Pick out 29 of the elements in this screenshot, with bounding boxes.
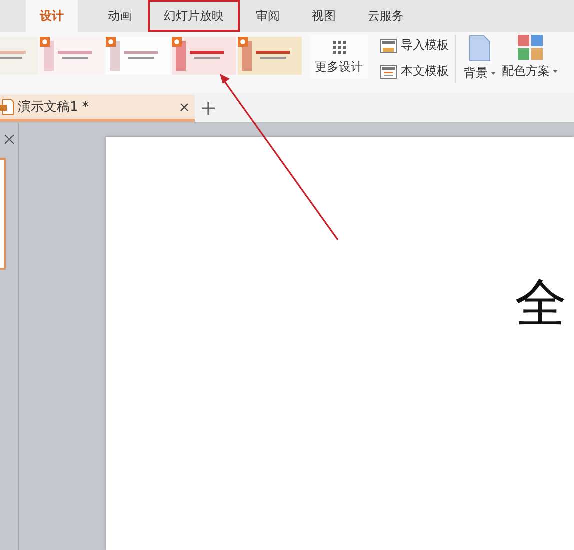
- template-thumbnail[interactable]: [106, 37, 170, 75]
- ribbon-tab[interactable]: 设计: [26, 0, 78, 32]
- plus-icon[interactable]: [202, 102, 215, 115]
- caret-icon: [491, 72, 496, 75]
- document-tab[interactable]: 演示文稿1 *: [0, 95, 195, 122]
- ribbon-tab[interactable]: 云服务: [352, 0, 420, 32]
- slide-text: 全: [515, 273, 567, 336]
- background-button[interactable]: 背景: [462, 35, 498, 82]
- template-icon: [380, 38, 397, 52]
- color-grid-icon: [518, 35, 542, 60]
- body-template-button[interactable]: 本文模板: [380, 63, 449, 80]
- document-icon: [469, 35, 491, 62]
- template-thumbnail[interactable]: [172, 37, 236, 75]
- close-icon[interactable]: [4, 135, 14, 144]
- import-template-button[interactable]: 导入模板: [380, 37, 449, 54]
- presentation-file-icon: [0, 99, 14, 115]
- caret-icon: [553, 70, 558, 73]
- close-icon[interactable]: [180, 102, 189, 112]
- template-thumbnail[interactable]: [238, 37, 302, 75]
- ribbon-tab[interactable]: 幻灯片放映: [148, 0, 240, 32]
- color-scheme-button[interactable]: 配色方案: [500, 35, 560, 80]
- slide-thumbnail[interactable]: [0, 158, 6, 270]
- grid-icon: [332, 41, 346, 54]
- ribbon-tab[interactable]: 视图: [296, 0, 352, 32]
- ribbon-tab[interactable]: 动画: [92, 0, 148, 32]
- more-designs-button[interactable]: 更多设计: [310, 35, 368, 79]
- template-icon: [380, 64, 397, 78]
- document-title: 演示文稿1 *: [18, 99, 90, 116]
- ribbon-tab[interactable]: 审阅: [240, 0, 296, 32]
